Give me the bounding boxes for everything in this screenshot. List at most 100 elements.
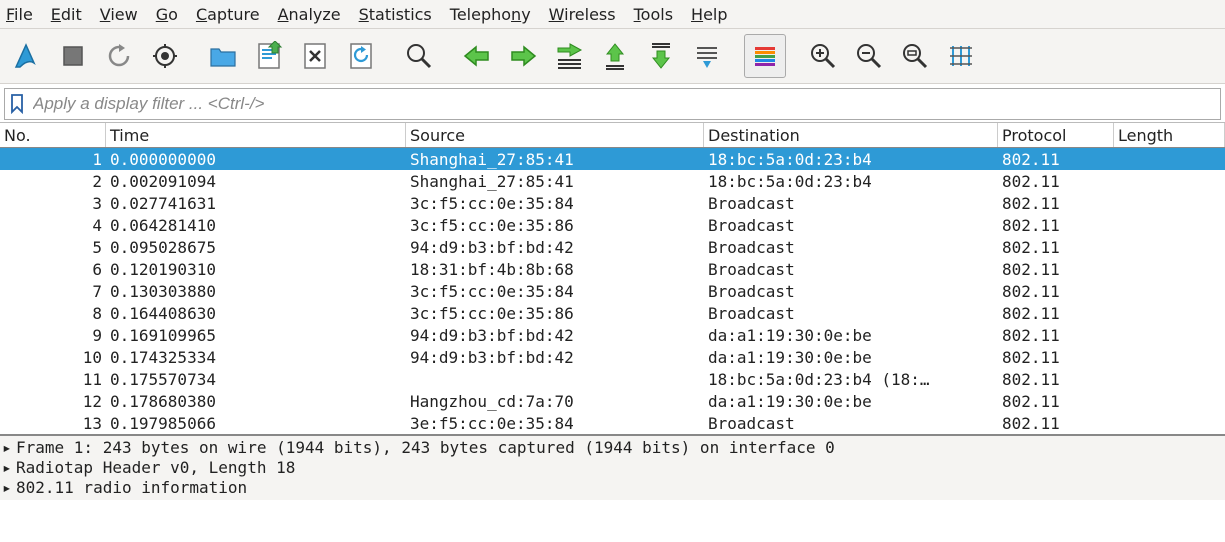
zoom-reset-icon[interactable] (894, 34, 936, 78)
cell-no: 5 (0, 238, 106, 257)
resize-columns-icon[interactable] (940, 34, 982, 78)
packet-row[interactable]: 90.16910996594:d9:b3:bf:bd:42da:a1:19:30… (0, 324, 1225, 346)
detail-tree-item[interactable]: ▸Frame 1: 243 bytes on wire (1944 bits),… (2, 438, 1225, 458)
go-first-icon[interactable] (594, 34, 636, 78)
menu-go[interactable]: Go (156, 5, 178, 24)
filter-bookmark-icon[interactable] (5, 94, 29, 114)
cell-no: 2 (0, 172, 106, 191)
colorize-icon[interactable] (744, 34, 786, 78)
cell-proto: 802.11 (998, 370, 1114, 389)
cell-no: 3 (0, 194, 106, 213)
cell-proto: 802.11 (998, 150, 1114, 169)
packet-row[interactable]: 80.1644086303c:f5:cc:0e:35:86Broadcast80… (0, 302, 1225, 324)
go-forward-icon[interactable] (502, 34, 544, 78)
cell-src: 94:d9:b3:bf:bd:42 (406, 238, 704, 257)
shark-fin-icon[interactable] (6, 34, 48, 78)
column-header-source[interactable]: Source (406, 123, 704, 147)
packet-row[interactable]: 100.17432533494:d9:b3:bf:bd:42da:a1:19:3… (0, 346, 1225, 368)
detail-text: Radiotap Header v0, Length 18 (16, 458, 295, 478)
menu-file[interactable]: File (6, 5, 33, 24)
cell-src: Shanghai_27:85:41 (406, 172, 704, 191)
packet-row[interactable]: 50.09502867594:d9:b3:bf:bd:42Broadcast80… (0, 236, 1225, 258)
column-header-length[interactable]: Length (1114, 123, 1225, 147)
packet-row[interactable]: 20.002091094Shanghai_27:85:4118:bc:5a:0d… (0, 170, 1225, 192)
cell-proto: 802.11 (998, 326, 1114, 345)
packet-row[interactable]: 30.0277416313c:f5:cc:0e:35:84Broadcast80… (0, 192, 1225, 214)
menu-bar: File Edit View Go Capture Analyze Statistics Te… (0, 0, 1225, 29)
cell-proto: 802.11 (998, 194, 1114, 213)
menu-telephony[interactable]: Telephony (450, 5, 531, 24)
cell-dst: Broadcast (704, 282, 998, 301)
expand-triangle-icon[interactable]: ▸ (2, 458, 16, 478)
go-back-icon[interactable] (456, 34, 498, 78)
column-header-dest[interactable]: Destination (704, 123, 998, 147)
menu-analyze[interactable]: Analyze (278, 5, 341, 24)
cell-no: 13 (0, 414, 106, 433)
save-file-icon[interactable] (248, 34, 290, 78)
cell-src: 3c:f5:cc:0e:35:86 (406, 304, 704, 323)
go-last-icon[interactable] (640, 34, 682, 78)
zoom-in-icon[interactable] (802, 34, 844, 78)
cell-dst: Broadcast (704, 260, 998, 279)
packet-row[interactable]: 70.1303038803c:f5:cc:0e:35:84Broadcast80… (0, 280, 1225, 302)
detail-text: 802.11 radio information (16, 478, 247, 498)
cell-time: 0.130303880 (106, 282, 406, 301)
cell-time: 0.164408630 (106, 304, 406, 323)
menu-tools[interactable]: Tools (634, 5, 673, 24)
open-file-icon[interactable] (202, 34, 244, 78)
cell-proto: 802.11 (998, 216, 1114, 235)
menu-view[interactable]: View (100, 5, 138, 24)
cell-time: 0.000000000 (106, 150, 406, 169)
packet-row[interactable]: 40.0642814103c:f5:cc:0e:35:86Broadcast80… (0, 214, 1225, 236)
cell-src: Hangzhou_cd:7a:70 (406, 392, 704, 411)
cell-no: 11 (0, 370, 106, 389)
packet-row[interactable]: 60.12019031018:31:bf:4b:8b:68Broadcast80… (0, 258, 1225, 280)
expand-triangle-icon[interactable]: ▸ (2, 438, 16, 458)
packet-row[interactable]: 110.17557073418:bc:5a:0d:23:b4 (18:…802.… (0, 368, 1225, 390)
cell-time: 0.095028675 (106, 238, 406, 257)
menu-statistics[interactable]: Statistics (359, 5, 432, 24)
detail-tree-item[interactable]: ▸Radiotap Header v0, Length 18 (2, 458, 1225, 478)
reload-file-icon[interactable] (340, 34, 382, 78)
display-filter-input[interactable] (29, 92, 1220, 116)
auto-scroll-icon[interactable] (686, 34, 728, 78)
packet-list-pane: No. Time Source Destination Protocol Len… (0, 122, 1225, 434)
cell-proto: 802.11 (998, 392, 1114, 411)
go-to-packet-icon[interactable] (548, 34, 590, 78)
menu-capture[interactable]: Capture (196, 5, 260, 24)
packet-row[interactable]: 120.178680380Hangzhou_cd:7a:70da:a1:19:3… (0, 390, 1225, 412)
cell-time: 0.120190310 (106, 260, 406, 279)
close-file-icon[interactable] (294, 34, 336, 78)
packet-list-header: No. Time Source Destination Protocol Len… (0, 122, 1225, 148)
cell-dst: 18:bc:5a:0d:23:b4 (18:… (704, 370, 998, 389)
cell-src: 3c:f5:cc:0e:35:84 (406, 282, 704, 301)
main-toolbar (0, 29, 1225, 84)
find-packet-icon[interactable] (398, 34, 440, 78)
capture-options-icon[interactable] (144, 34, 186, 78)
cell-src: 94:d9:b3:bf:bd:42 (406, 348, 704, 367)
cell-proto: 802.11 (998, 260, 1114, 279)
cell-dst: 18:bc:5a:0d:23:b4 (704, 150, 998, 169)
restart-capture-icon[interactable] (98, 34, 140, 78)
column-header-proto[interactable]: Protocol (998, 123, 1114, 147)
cell-no: 1 (0, 150, 106, 169)
cell-dst: da:a1:19:30:0e:be (704, 348, 998, 367)
expand-triangle-icon[interactable]: ▸ (2, 478, 16, 498)
packet-row[interactable]: 10.000000000Shanghai_27:85:4118:bc:5a:0d… (0, 148, 1225, 170)
cell-src: 94:d9:b3:bf:bd:42 (406, 326, 704, 345)
cell-time: 0.178680380 (106, 392, 406, 411)
zoom-out-icon[interactable] (848, 34, 890, 78)
menu-edit[interactable]: Edit (51, 5, 82, 24)
cell-dst: Broadcast (704, 238, 998, 257)
cell-time: 0.197985066 (106, 414, 406, 433)
column-header-no[interactable]: No. (0, 123, 106, 147)
column-header-time[interactable]: Time (106, 123, 406, 147)
cell-proto: 802.11 (998, 304, 1114, 323)
stop-capture-icon[interactable] (52, 34, 94, 78)
cell-dst: Broadcast (704, 304, 998, 323)
detail-tree-item[interactable]: ▸802.11 radio information (2, 478, 1225, 498)
menu-wireless[interactable]: Wireless (549, 5, 616, 24)
cell-dst: da:a1:19:30:0e:be (704, 392, 998, 411)
menu-help[interactable]: Help (691, 5, 727, 24)
packet-row[interactable]: 130.1979850663e:f5:cc:0e:35:84Broadcast8… (0, 412, 1225, 434)
